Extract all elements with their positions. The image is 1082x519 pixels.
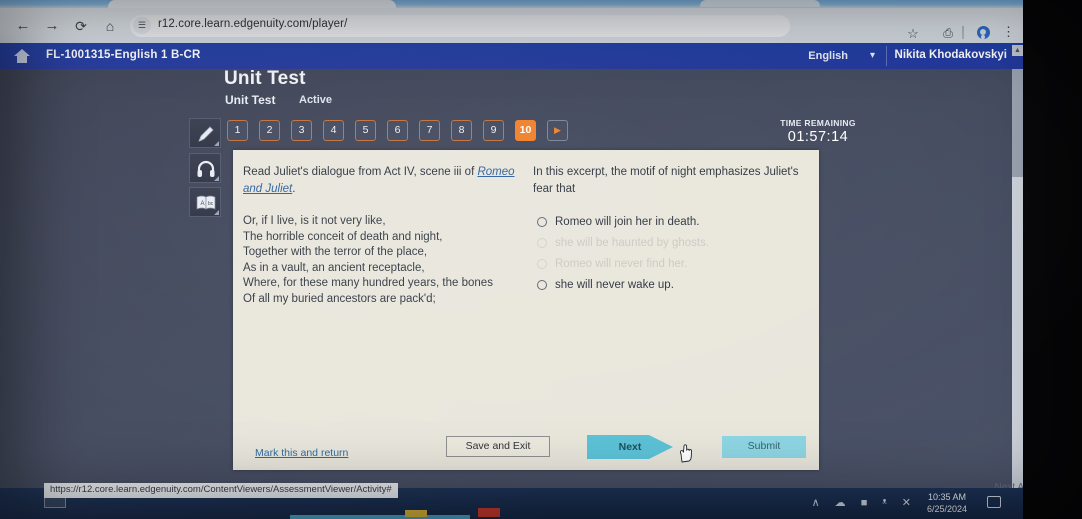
browser-tab-strip[interactable] xyxy=(0,0,1023,8)
passage-instruction-period: . xyxy=(292,183,296,195)
verse-line: Or, if I live, is it not very like, xyxy=(243,215,386,227)
verse-line: As in a vault, an ancient receptacle, xyxy=(243,261,425,274)
question-button-9[interactable]: 9 xyxy=(483,120,504,141)
toolbar-divider xyxy=(962,26,964,39)
question-button-2[interactable]: 2 xyxy=(259,120,280,141)
site-settings-icon[interactable]: ☰ xyxy=(133,17,151,34)
answer-option-label: she will be haunted by ghosts. xyxy=(555,237,710,249)
activity-subtitle: Unit Test xyxy=(225,93,276,107)
verse-line: The horrible conceit of death and night, xyxy=(243,230,443,243)
course-title: FL-1001315-English 1 B-CR xyxy=(46,49,201,61)
highlighter-icon[interactable] xyxy=(189,118,221,148)
radio-button[interactable] xyxy=(537,217,547,227)
question-stem: In this excerpt, the motif of night emph… xyxy=(533,166,799,195)
address-bar[interactable]: ☰ r12.core.learn.edgenuity.com/player/ xyxy=(130,15,790,37)
user-name[interactable]: Nikita Khodakovskyi xyxy=(895,49,1007,61)
dictionary-icon[interactable]: A bc xyxy=(189,187,221,217)
taskbar-window-strip[interactable] xyxy=(290,515,470,519)
question-panel: Read Juliet's dialogue from Act IV, scen… xyxy=(233,150,819,470)
question-button-5[interactable]: 5 xyxy=(355,120,376,141)
app-header: FL-1001315-English 1 B-CR English ▾ Niki… xyxy=(0,43,1023,69)
browser-status-url: https://r12.core.learn.edgenuity.com/Con… xyxy=(44,483,398,498)
question-button-7[interactable]: 7 xyxy=(419,120,440,141)
back-arrow-icon[interactable]: ← xyxy=(14,17,32,35)
profile-avatar[interactable] xyxy=(975,26,991,39)
answer-option-c[interactable]: Romeo will never find her. xyxy=(533,254,803,275)
question-button-8[interactable]: 8 xyxy=(451,120,472,141)
monitor-bezel xyxy=(1023,0,1082,519)
notification-icon[interactable] xyxy=(987,496,1001,508)
system-tray-icons[interactable]: ∧ ☁ ■ ᵜ ✕ xyxy=(812,496,917,509)
question-button-1[interactable]: 1 xyxy=(227,120,248,141)
chevron-down-icon[interactable]: ▾ xyxy=(870,50,875,61)
save-and-exit-button[interactable]: Save and Exit xyxy=(446,436,550,457)
page-scrollbar-thumb[interactable] xyxy=(1012,69,1023,177)
reload-icon[interactable]: ⟳ xyxy=(72,17,90,35)
radio-button[interactable] xyxy=(537,280,547,290)
verse-line: Of all my buried ancestors are pack'd; xyxy=(243,292,436,305)
app-home-icon[interactable] xyxy=(13,48,31,64)
browser-tab-secondary[interactable] xyxy=(700,0,820,7)
question-button-3[interactable]: 3 xyxy=(291,120,312,141)
page-title: Unit Test xyxy=(224,68,306,89)
taskbar-time: 10:35 AM xyxy=(927,492,967,502)
submit-button[interactable]: Submit xyxy=(722,436,806,458)
passage-instruction: Read Juliet's dialogue from Act IV, scen… xyxy=(243,164,528,198)
next-button[interactable]: Next xyxy=(587,435,673,459)
taskbar-app-red[interactable] xyxy=(478,508,500,517)
answer-option-b[interactable]: she will be haunted by ghosts. xyxy=(533,233,803,254)
time-remaining-value: 01:57:14 xyxy=(787,129,849,145)
time-remaining: TIME REMAINING 01:57:14 xyxy=(748,118,888,145)
split-screen-icon[interactable]: ⎙ xyxy=(940,26,956,41)
answer-option-label: Romeo will join her in death. xyxy=(555,216,700,228)
radio-button[interactable] xyxy=(537,259,547,269)
passage-column: Read Juliet's dialogue from Act IV, scen… xyxy=(243,164,528,307)
next-question-arrow-icon[interactable]: ▶ xyxy=(547,120,568,141)
answer-options: Romeo will join her in death. she will b… xyxy=(533,212,803,296)
radio-button[interactable] xyxy=(537,238,547,248)
home-icon[interactable]: ⌂ xyxy=(101,17,119,35)
address-bar-url: r12.core.learn.edgenuity.com/player/ xyxy=(158,18,348,30)
answer-option-d[interactable]: she will never wake up. xyxy=(533,275,803,296)
browser-toolbar: ← → ⟳ ⌂ ☰ r12.core.learn.edgenuity.com/p… xyxy=(0,8,1023,43)
mouse-cursor xyxy=(678,443,694,463)
taskbar-clock[interactable]: 10:35 AM 6/25/2024 xyxy=(923,491,971,515)
taskbar-app-yellow[interactable] xyxy=(405,510,427,517)
header-divider xyxy=(886,46,887,66)
answer-option-label: Romeo will never find her. xyxy=(555,258,688,270)
activity-status: Active xyxy=(299,94,333,106)
browser-tab-active[interactable] xyxy=(108,0,396,8)
question-column: In this excerpt, the motif of night emph… xyxy=(533,164,803,296)
forward-arrow-icon[interactable]: → xyxy=(43,17,61,35)
question-navigator: 1 2 3 4 5 6 7 8 9 10 ▶ xyxy=(227,120,579,141)
passage-verse: Or, if I live, is it not very like, The … xyxy=(243,214,528,307)
taskbar-date: 6/25/2024 xyxy=(926,504,968,514)
verse-line: Where, for these many hundred years, the… xyxy=(243,277,493,289)
svg-text:bc: bc xyxy=(208,201,214,207)
time-remaining-label: TIME REMAINING xyxy=(780,118,856,128)
question-button-4[interactable]: 4 xyxy=(323,120,344,141)
question-button-10[interactable]: 10 xyxy=(515,120,536,141)
scroll-up-arrow[interactable]: ▲ xyxy=(1012,45,1023,56)
headphones-icon[interactable] xyxy=(189,153,221,183)
answer-option-label: she will never wake up. xyxy=(555,279,674,291)
kebab-menu-icon[interactable]: ⋮ xyxy=(1002,25,1015,38)
verse-line: Together with the terror of the place, xyxy=(243,246,428,258)
passage-instruction-text: Read Juliet's dialogue from Act IV, scen… xyxy=(243,166,478,178)
bookmark-star-icon[interactable]: ☆ xyxy=(905,26,921,42)
screen-photo: ← → ⟳ ⌂ ☰ r12.core.learn.edgenuity.com/p… xyxy=(0,0,1082,519)
answer-option-a[interactable]: Romeo will join her in death. xyxy=(533,212,803,233)
question-button-6[interactable]: 6 xyxy=(387,120,408,141)
mark-this-and-return-link[interactable]: Mark this and return xyxy=(255,447,348,459)
language-selector-label[interactable]: English xyxy=(808,50,848,62)
svg-text:A: A xyxy=(201,201,205,207)
